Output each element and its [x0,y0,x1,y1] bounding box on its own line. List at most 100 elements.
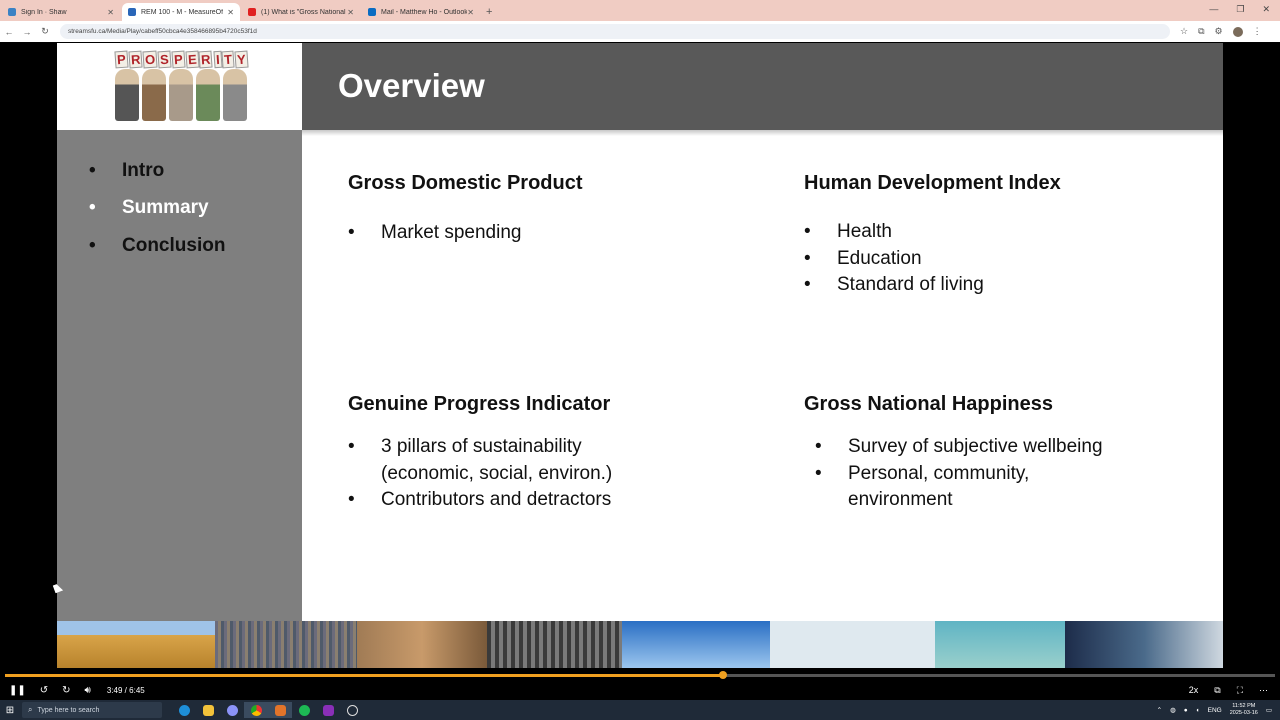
prosperity-logo: P R O S P E R I T Y [57,43,302,130]
tab-2[interactable]: (1) What is "Gross National Ha ✕ [242,3,360,21]
browser-toolbar: ☆ ⧉ ⚙ ⋮ [1180,26,1262,37]
back-icon[interactable]: ← [0,27,18,37]
thumbnail-crowd-image [215,621,357,668]
video-progress-handle[interactable] [719,671,727,679]
video-controls: ❚❚ ↺ ↻ 🔊︎ 3:49 / 6:45 2x ⧉ ⛶ ⋯ [0,680,1280,700]
taskbar-clock[interactable]: 11:52 PM 2025-03-16 [1230,703,1258,717]
spotify-icon[interactable] [292,702,316,718]
profile-icon[interactable]: ⚙ [1215,26,1223,37]
tab-title: (1) What is "Gross National Ha [261,8,348,16]
edge-icon[interactable] [172,702,196,718]
thumbnail-people-image [357,621,487,668]
more-options-icon[interactable]: ⋯ [1259,685,1268,696]
rewind-10-icon[interactable]: ↺ [40,685,48,696]
tab-1[interactable]: REM 100 - M - MeasureOf ✕ [122,3,240,21]
image-strip [57,621,1223,668]
list-item: • Health [804,221,892,242]
close-icon[interactable]: ✕ [107,8,114,17]
address-bar-row: ← → ↻ streamsfu.ca/Media/Play/cabeff50cb… [0,21,1280,42]
list-item: • Survey of subjective wellbeing [815,436,1103,457]
new-tab-button[interactable]: + [486,6,492,21]
list-item-continuation: (economic, social, environ.) [381,462,613,484]
tab-title: Sign In · Shaw [21,8,67,16]
tab-favicon-icon [368,8,376,16]
onenote-icon[interactable] [316,702,340,718]
clock-app-icon[interactable] [340,702,364,718]
bullet-list-hdi: • Health • Education • Standard of living [804,219,984,299]
fullscreen-icon[interactable]: ⛶ [1237,685,1243,696]
bookmark-star-icon[interactable]: ☆ [1180,26,1188,37]
thumbnail-population-chart-image [770,621,935,668]
system-tray: ⌃ ◍ ● ◖ ENG 11:52 PM 2025-03-16 ▭ [1157,700,1272,720]
restore-icon[interactable]: ❐ [1236,4,1244,15]
playback-speed-button[interactable]: 2x [1189,685,1199,695]
reload-icon[interactable]: ↻ [36,26,54,37]
video-time: 3:49 / 6:45 [106,685,145,695]
video-progress-fill [5,674,723,677]
tab-favicon-icon [128,8,136,16]
windows-start-icon[interactable]: ⊞ [0,705,20,716]
close-window-icon[interactable]: ✕ [1262,4,1270,15]
search-icon: ⌕ [28,705,33,714]
pause-icon[interactable]: ❚❚ [9,685,26,696]
thumbnail-harvest-image [57,621,215,668]
speaker-icon[interactable]: ◖ [1196,707,1200,714]
notifications-icon[interactable]: ▭ [1266,706,1272,714]
close-icon[interactable]: ✕ [347,8,354,17]
presentation-slide: P R O S P E R I T Y Overview • Intro • Sum… [57,43,1223,623]
bullet-list-gdp: • Market spending [348,220,521,247]
discord-icon[interactable] [220,702,244,718]
list-item: • Market spending [348,222,522,243]
section-title-hdi: Human Development Index [804,172,1061,194]
avatar[interactable] [1232,26,1243,37]
tray-chevron-icon[interactable]: ⌃ [1157,706,1162,714]
slide-title: Overview [338,67,485,104]
url-text: streamsfu.ca/Media/Play/cabeff50cbca4e35… [68,28,257,35]
file-explorer-icon[interactable] [196,702,220,718]
taskbar-search-input[interactable]: ⌕ Type here to search [22,702,162,718]
close-icon[interactable]: ✕ [227,8,234,17]
forward-10-icon[interactable]: ↻ [62,685,70,696]
list-item: • 3 pillars of sustainability [348,436,582,457]
forward-icon[interactable]: → [18,27,36,37]
logo-word: P R O S P E R I T Y [114,50,249,69]
list-item-continuation: environment [848,489,953,510]
tab-0[interactable]: Sign In · Shaw ✕ [2,3,120,21]
logo-figures [115,69,247,121]
bullet-list-gnh: • Survey of subjective wellbeing • Persona… [815,434,1103,514]
tab-favicon-icon [248,8,256,16]
taskbar-apps [172,702,364,718]
tray-app-icon[interactable]: ● [1184,707,1188,714]
thumbnail-diagram-image [935,621,1065,668]
section-title-gdp: Gross Domestic Product [348,172,583,194]
thumbnail-windmills-image [622,621,770,668]
chrome-icon[interactable] [244,702,268,718]
minimize-icon[interactable]: — [1209,4,1218,15]
sidebar-item-summary: • Summary [89,197,209,218]
slide-sidebar: • Intro • Summary • Conclusion [57,130,302,623]
language-indicator[interactable]: ENG [1208,707,1222,714]
sidebar-item-conclusion: • Conclusion [89,235,226,256]
thumbnail-vehicle-image [1065,621,1223,668]
close-icon[interactable]: ✕ [467,8,474,17]
tab-title: Mail - Matthew Ho - Outlook [381,8,468,16]
tab-3[interactable]: Mail - Matthew Ho - Outlook ✕ [362,3,480,21]
extensions-icon[interactable]: ⧉ [1198,26,1204,37]
tab-title: REM 100 - M - MeasureOf [141,8,224,16]
browser-tab-bar: Sign In · Shaw ✕ REM 100 - M - MeasureOf… [0,0,1280,21]
media-app-icon[interactable] [268,702,292,718]
picture-in-picture-icon[interactable]: ⧉ [1214,685,1220,696]
list-item: • Contributors and detractors [348,489,612,510]
tab-favicon-icon [8,8,16,16]
menu-icon[interactable]: ⋮ [1253,26,1262,37]
window-controls: — ❐ ✕ [1209,4,1270,15]
volume-icon[interactable]: 🔊︎ [85,685,91,696]
network-icon[interactable]: ◍ [1170,706,1176,714]
bullet-list-gpi: • 3 pillars of sustainability (economic, … [348,434,612,514]
sidebar-item-intro: • Intro [89,160,165,181]
windows-taskbar: ⊞ ⌕ Type here to search ⌃ ◍ ● ◖ ENG 11:5… [0,700,1280,720]
list-item: • Education [804,247,922,269]
url-field[interactable]: streamsfu.ca/Media/Play/cabeff50cbca4e35… [60,24,1170,39]
list-item: • Standard of living [804,274,984,295]
list-item: • Personal, community, [815,462,1030,484]
